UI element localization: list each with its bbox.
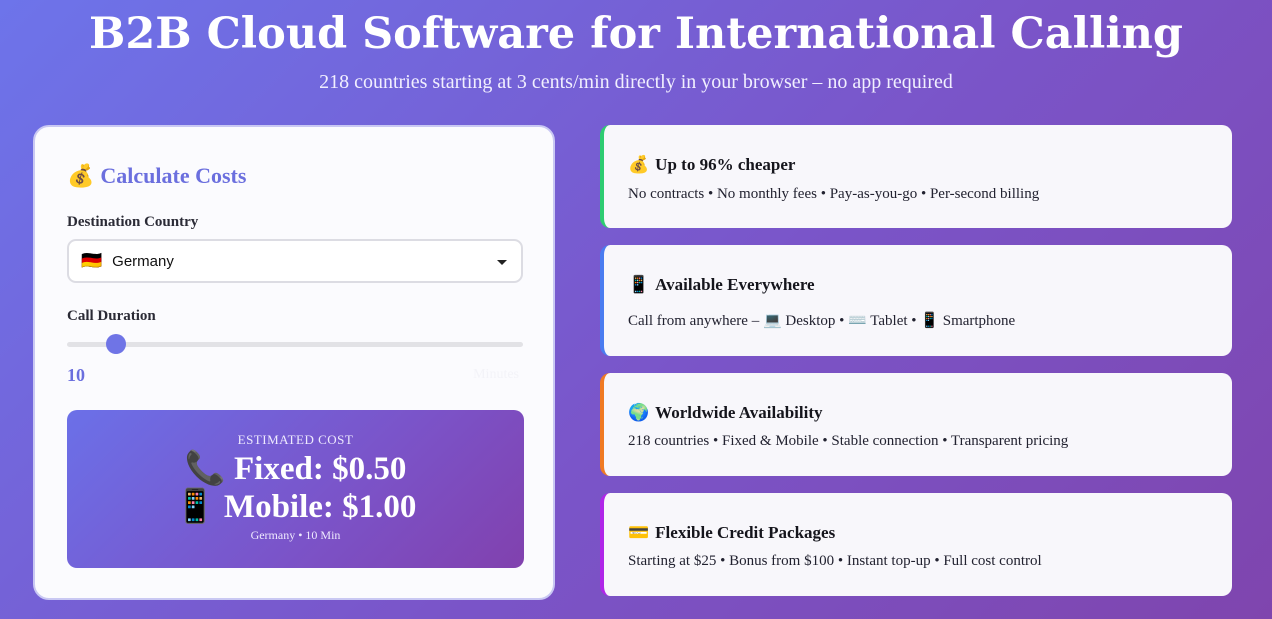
- feature-card-worldwide: 🌍 Worldwide Availability 218 countries • …: [600, 373, 1232, 476]
- hero-title: B2B Cloud Software for International Cal…: [89, 9, 1183, 59]
- feature-title-text: Flexible Credit Packages: [655, 523, 836, 542]
- feature-title-cheaper: 💰 Up to 96% cheaper: [628, 155, 795, 175]
- feature-title-text: Worldwide Availability: [655, 403, 823, 422]
- selected-country-value: Germany: [112, 252, 174, 270]
- calculator-title: 💰 Calculate Costs: [67, 163, 246, 189]
- feature-title-credit: 💳 Flexible Credit Packages: [628, 523, 835, 543]
- estimate-summary: Germany • 10 Min: [250, 528, 341, 542]
- call-duration-slider-thumb[interactable]: [106, 334, 127, 354]
- feature-title-worldwide: 🌍 Worldwide Availability: [628, 403, 823, 423]
- credit-card-icon: 💳: [628, 523, 650, 542]
- destination-country-select[interactable]: 🇩🇪 Germany: [67, 239, 523, 283]
- hero-subtitle: 218 countries starting at 3 cents/min di…: [319, 71, 953, 93]
- feature-text-credit: Starting at $25 • Bonus from $100 • Inst…: [628, 553, 1042, 569]
- call-duration-unit: Minutes: [473, 367, 519, 382]
- feature-title-text: Available Everywhere: [655, 275, 815, 294]
- feature-card-everywhere: 📱 Available Everywhere Call from anywhere…: [600, 245, 1232, 356]
- money-bag-icon: 💰: [67, 163, 95, 188]
- estimated-cost-label: ESTIMATED COST: [237, 432, 354, 447]
- call-duration-label: Call Duration: [67, 308, 156, 324]
- calculator-title-text: Calculate Costs: [100, 163, 247, 188]
- feature-text-cheaper: No contracts • No monthly fees • Pay-as-…: [628, 186, 1040, 202]
- call-duration-value: 10: [67, 365, 85, 385]
- feature-text-everywhere: Call from anywhere – 💻 Desktop • ⌨️ Tabl…: [628, 313, 1016, 329]
- globe-icon: 🌍: [628, 403, 650, 422]
- destination-country-label: Destination Country: [67, 214, 199, 230]
- feature-title-text: Up to 96% cheaper: [655, 155, 796, 174]
- chevron-down-icon: [497, 260, 507, 265]
- feature-text-worldwide: 218 countries • Fixed & Mobile • Stable …: [628, 433, 1069, 449]
- feature-card-credit: 💳 Flexible Credit Packages Starting at $2…: [600, 493, 1232, 596]
- cost-calculator-card: 💰 Calculate Costs Destination Country 🇩🇪 …: [33, 125, 555, 600]
- smartphone-icon: 📱: [628, 275, 650, 294]
- mobile-cost: 📱 Mobile: $1.00: [174, 489, 417, 525]
- germany-flag-icon: 🇩🇪: [81, 251, 103, 271]
- fixed-line-cost: 📞 Fixed: $0.50: [184, 451, 407, 487]
- estimated-cost-box: ESTIMATED COST 📞 Fixed: $0.50 📱 Mobile: …: [67, 410, 524, 568]
- call-duration-slider[interactable]: [67, 334, 523, 354]
- feature-title-everywhere: 📱 Available Everywhere: [628, 275, 815, 295]
- money-bag-icon: 💰: [628, 155, 650, 174]
- feature-card-cheaper: 💰 Up to 96% cheaper No contracts • No mon…: [600, 125, 1232, 228]
